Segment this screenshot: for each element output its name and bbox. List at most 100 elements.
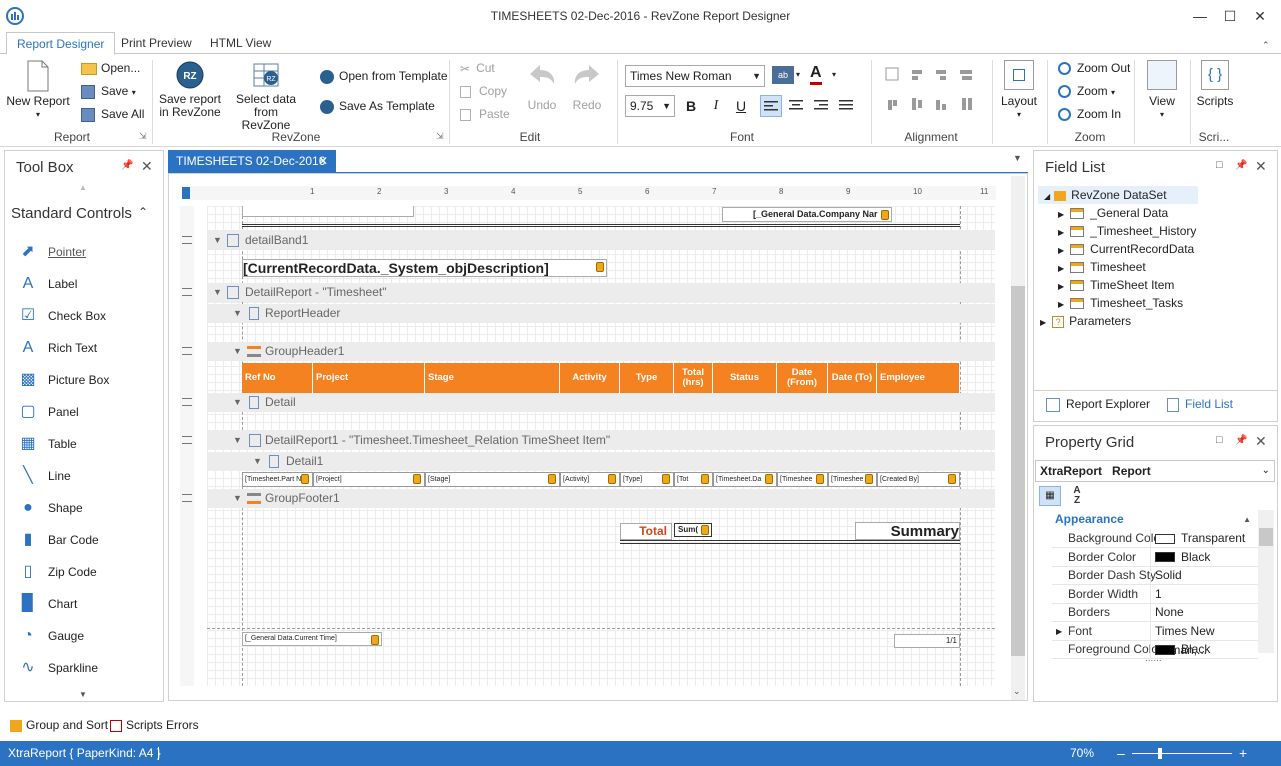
close-icon[interactable]: ✕ [1255, 158, 1267, 175]
layout-button[interactable]: Layout ▾ [998, 60, 1040, 121]
toolbox-item-bar-code[interactable]: ▮ Bar Code [18, 524, 158, 556]
band-handle-icon[interactable] [182, 347, 192, 355]
pin-icon[interactable]: 📌 [121, 160, 133, 171]
property-value[interactable]: Transparent [1150, 529, 1245, 548]
font-color-icon[interactable]: A [810, 64, 822, 85]
toolbox-item-chart[interactable]: ▉ Chart [18, 588, 158, 620]
property-row[interactable]: Border Width 1 [1052, 584, 1258, 604]
save-button[interactable]: Save ▾ [81, 81, 136, 101]
field-list-item[interactable]: ▶ TimeSheet Item [1058, 276, 1174, 294]
column-header[interactable]: Date (From) [777, 363, 828, 393]
zoom-slider-thumb[interactable] [1158, 748, 1162, 759]
band-handle-icon[interactable] [182, 288, 192, 296]
zoom-button[interactable]: Zoom ▾ [1058, 81, 1115, 101]
band-detail[interactable]: ▼ Detail [207, 393, 995, 412]
tab-report-designer[interactable]: Report Designer [6, 32, 116, 55]
summary-label[interactable]: Summary [855, 522, 960, 540]
band-collapse-icon[interactable]: ▼ [233, 342, 242, 361]
toolbox-item-line[interactable]: ╲ Line [18, 460, 158, 492]
alphabetical-icon[interactable]: AZ [1066, 486, 1088, 506]
column-header[interactable]: Type [620, 363, 674, 393]
header-box[interactable] [242, 206, 414, 217]
justify-button[interactable] [835, 95, 857, 117]
underline-button[interactable]: U [730, 95, 752, 117]
toolbox-section-title[interactable]: Standard Controls [11, 205, 132, 222]
toolbox-item-zip-code[interactable]: ▯ Zip Code [18, 556, 158, 588]
select-data-revzone-button[interactable]: RZ Select data from RevZone [230, 60, 302, 132]
zoom-in-button[interactable]: Zoom In [1058, 104, 1121, 124]
detail-cell[interactable]: [Project] [313, 472, 425, 487]
current-time-field[interactable]: [_General Data.Current Time] [242, 632, 382, 646]
field-list-tab[interactable]: Field List [1167, 394, 1233, 414]
property-row[interactable]: Background Colo Transparent [1052, 529, 1258, 548]
band-collapse-icon[interactable]: ▼ [213, 283, 222, 302]
band-detail-report1[interactable]: ▼ DetailReport1 - "Timesheet.Timesheet_Re… [207, 431, 995, 450]
band-collapse-icon[interactable]: ▼ [233, 393, 242, 412]
highlight-color-icon[interactable]: ab [772, 66, 794, 84]
band-group-footer[interactable]: ▼ GroupFooter1 [207, 489, 995, 508]
zoom-increase-icon[interactable]: + [1239, 741, 1247, 766]
pin-icon[interactable]: 📌 [1235, 160, 1247, 171]
categorized-icon[interactable]: ▦ [1039, 486, 1061, 506]
band-detail1[interactable]: ▼ Detail1 [207, 452, 995, 471]
band-collapse-icon[interactable]: ▼ [233, 489, 242, 508]
property-row[interactable]: Border Dash Sty Solid [1052, 566, 1258, 585]
zoom-out-button[interactable]: Zoom Out [1058, 58, 1130, 78]
document-tab[interactable]: TIMESHEETS 02-Dec-2016 ✕ [168, 150, 336, 173]
band-collapse-icon[interactable]: ▼ [233, 304, 242, 323]
band-handle-icon[interactable] [182, 436, 192, 444]
column-header[interactable]: Employee [877, 363, 960, 393]
cut-button[interactable]: ✂ Cut [460, 58, 495, 78]
property-row[interactable]: Borders None [1052, 603, 1258, 622]
total-label[interactable]: Total [620, 523, 672, 540]
collapse-section-icon[interactable]: ⌃ [138, 205, 148, 219]
page-number-field[interactable]: 1/1 [894, 634, 960, 648]
designer-scrollbar-thumb[interactable] [1011, 286, 1025, 656]
expand-icon[interactable]: ▶ [1058, 210, 1064, 219]
close-icon[interactable]: ✕ [141, 158, 153, 175]
field-list-parameters[interactable]: ▶? Parameters [1040, 312, 1131, 330]
toolbox-item-check-box[interactable]: ☑ Check Box [18, 300, 158, 332]
dialog-launcher-icon[interactable]: ⇲ [139, 131, 147, 142]
undo-button[interactable]: Undo [522, 62, 562, 112]
field-list-item[interactable]: ▶ _Timesheet_History [1058, 222, 1196, 240]
band-handle-icon[interactable] [182, 494, 192, 502]
description-field[interactable]: [CurrentRecordData._System_objDescriptio… [242, 259, 607, 277]
toolbox-item-table[interactable]: ▦ Table [18, 428, 158, 460]
field-list-item[interactable]: ▶ Timesheet_Tasks [1058, 294, 1183, 312]
report-explorer-tab[interactable]: Report Explorer [1046, 394, 1150, 414]
field-list-item[interactable]: ▶ _General Data [1058, 204, 1168, 222]
band-collapse-icon[interactable]: ▼ [213, 231, 222, 250]
font-family-combo[interactable]: Times New Roman ▼ [625, 65, 765, 87]
save-all-button[interactable]: Save All [81, 104, 144, 124]
view-button[interactable]: View ▾ [1142, 60, 1182, 121]
field-list-item[interactable]: ▶ Timesheet [1058, 258, 1146, 276]
dialog-launcher-icon[interactable]: ⇲ [436, 131, 444, 142]
band-detailband1[interactable]: ▼ detailBand1 [207, 231, 995, 250]
close-button[interactable]: ✕ [1245, 4, 1275, 28]
property-value[interactable]: Black [1150, 547, 1210, 567]
property-object-combo[interactable]: XtraReport Report ⌄ [1035, 460, 1275, 482]
property-value[interactable]: 1 [1150, 584, 1162, 604]
new-report-button[interactable]: New Report ▾ [6, 60, 70, 121]
detail-cell[interactable]: [Stage] [425, 472, 560, 487]
band-handle-icon[interactable] [182, 398, 192, 406]
collapse-icon[interactable]: ◢ [1044, 192, 1050, 201]
field-list-item[interactable]: ▶ CurrentRecordData [1058, 240, 1194, 258]
collapse-icon[interactable]: ▲ [1243, 510, 1251, 529]
redo-button[interactable]: Redo [567, 62, 607, 112]
expand-icon[interactable]: ▶ [1058, 246, 1064, 255]
expand-icon[interactable]: ▶ [1040, 318, 1046, 327]
column-header[interactable]: Date (To) [828, 363, 877, 393]
save-report-revzone-button[interactable]: RZ Save report in RevZone [158, 60, 222, 119]
copy-button[interactable]: Copy [460, 81, 507, 101]
group-and-sort-tab[interactable]: Group and Sort [10, 715, 108, 735]
property-scrollbar-thumb[interactable] [1259, 528, 1273, 546]
column-header[interactable]: Stage [425, 363, 560, 393]
expand-icon[interactable]: ▶ [1056, 622, 1062, 641]
maximize-panel-icon[interactable]: □ [1216, 434, 1223, 446]
toolbox-item-rich-text[interactable]: A Rich Text [18, 332, 158, 364]
band-report-header[interactable]: ▼ ReportHeader [207, 304, 995, 323]
band-detail-report[interactable]: ▼ DetailReport - "Timesheet" [207, 283, 995, 302]
open-template-button[interactable]: Open from Template [320, 66, 448, 86]
